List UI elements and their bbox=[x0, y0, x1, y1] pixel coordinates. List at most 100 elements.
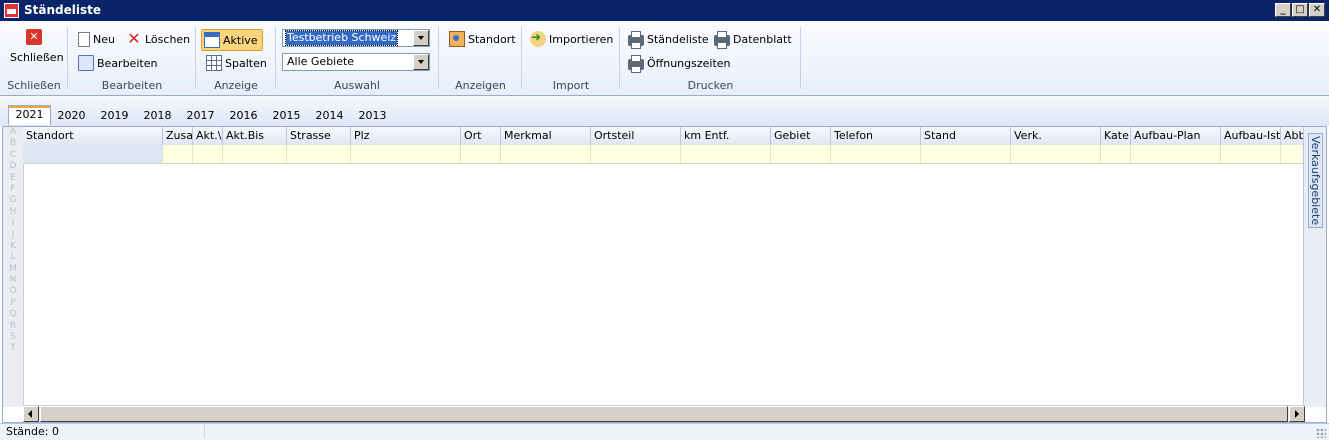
column-header[interactable]: Aufbau-Ist bbox=[1221, 127, 1281, 145]
chevron-down-icon[interactable] bbox=[413, 54, 429, 70]
scroll-right-icon[interactable] bbox=[1289, 406, 1305, 422]
column-header[interactable]: Stand bbox=[921, 127, 1011, 145]
alpha-index-letter[interactable]: B bbox=[3, 138, 23, 149]
importieren-button[interactable]: Importieren bbox=[530, 29, 613, 49]
neu-button[interactable]: Neu bbox=[78, 29, 115, 49]
column-header[interactable]: Standort bbox=[23, 127, 163, 145]
alpha-index-letter[interactable]: C bbox=[3, 150, 23, 161]
calendar-icon bbox=[204, 32, 220, 48]
column-header[interactable]: Strasse bbox=[287, 127, 351, 145]
group-schliessen: ✕ Schließen Schließen bbox=[4, 23, 64, 95]
printer-icon bbox=[714, 31, 730, 49]
status-count: Stände: 0 bbox=[6, 425, 59, 438]
tab-2013[interactable]: 2013 bbox=[351, 106, 394, 125]
group-divider bbox=[438, 27, 439, 89]
tab-2014[interactable]: 2014 bbox=[308, 106, 351, 125]
betrieb-select[interactable]: Testbetrieb Schweiz bbox=[282, 29, 430, 47]
column-header[interactable]: Zusa bbox=[163, 127, 193, 145]
staendeliste-print-button[interactable]: Ständeliste bbox=[628, 29, 709, 49]
column-header[interactable]: Aufbau-Plan bbox=[1131, 127, 1221, 145]
tab-2018[interactable]: 2018 bbox=[136, 106, 179, 125]
alpha-index-letter[interactable]: M bbox=[3, 264, 23, 275]
alpha-index-letter[interactable]: L bbox=[3, 252, 23, 263]
tab-2015[interactable]: 2015 bbox=[265, 106, 308, 125]
filter-cell[interactable] bbox=[461, 145, 501, 163]
alpha-index-letter[interactable]: I bbox=[3, 218, 23, 229]
alpha-index-letter[interactable]: A bbox=[3, 127, 23, 138]
filter-cell[interactable] bbox=[163, 145, 193, 163]
close-window-button[interactable]: ✕ bbox=[1309, 3, 1325, 17]
filter-cell[interactable] bbox=[501, 145, 591, 163]
printer-icon bbox=[628, 31, 644, 49]
datenblatt-print-button[interactable]: Datenblatt bbox=[714, 29, 792, 49]
filter-cell[interactable] bbox=[921, 145, 1011, 163]
maximize-button[interactable]: □ bbox=[1292, 3, 1308, 17]
column-header[interactable]: km Entf. bbox=[681, 127, 771, 145]
tab-2016[interactable]: 2016 bbox=[222, 106, 265, 125]
column-header[interactable]: Ortsteil bbox=[591, 127, 681, 145]
alpha-index-letter[interactable]: D bbox=[3, 161, 23, 172]
spalten-button[interactable]: Spalten bbox=[206, 53, 267, 73]
alpha-index-letter[interactable]: H bbox=[3, 207, 23, 218]
filter-cell[interactable] bbox=[591, 145, 681, 163]
aktive-label: Aktive bbox=[223, 33, 258, 47]
filter-cell[interactable] bbox=[351, 145, 461, 163]
edit-icon bbox=[78, 55, 94, 71]
filter-cell[interactable] bbox=[1131, 145, 1221, 163]
bearbeiten-button[interactable]: Bearbeiten bbox=[78, 53, 157, 73]
filter-cell[interactable] bbox=[287, 145, 351, 163]
tab-2020[interactable]: 2020 bbox=[50, 106, 93, 125]
scroll-thumb[interactable] bbox=[40, 406, 1288, 422]
filter-cell[interactable] bbox=[23, 145, 163, 163]
tab-2019[interactable]: 2019 bbox=[93, 106, 136, 125]
gebiet-select[interactable]: Alle Gebiete bbox=[282, 53, 430, 71]
column-header[interactable]: Telefon bbox=[831, 127, 921, 145]
alpha-index-letter[interactable]: G bbox=[3, 195, 23, 206]
column-header[interactable]: Gebiet bbox=[771, 127, 831, 145]
alpha-index-letter[interactable]: N bbox=[3, 275, 23, 286]
alpha-index-letter[interactable]: R bbox=[3, 321, 23, 332]
filter-cell[interactable] bbox=[1101, 145, 1131, 163]
verkaufsgebiete-tab[interactable]: Verkaufsgebiete bbox=[1308, 133, 1323, 229]
column-header[interactable]: Akt.\ bbox=[193, 127, 223, 145]
alpha-index-letter[interactable]: P bbox=[3, 298, 23, 309]
column-header[interactable]: Verk. bbox=[1011, 127, 1101, 145]
alpha-index-letter[interactable]: F bbox=[3, 184, 23, 195]
alpha-index-letter[interactable]: Q bbox=[3, 309, 23, 320]
filter-cell[interactable] bbox=[831, 145, 921, 163]
column-header[interactable]: Akt.Bis bbox=[223, 127, 287, 145]
alpha-index-letter[interactable]: S bbox=[3, 332, 23, 343]
filter-cell[interactable] bbox=[681, 145, 771, 163]
alpha-index-letter[interactable]: O bbox=[3, 286, 23, 297]
column-header[interactable]: Plz bbox=[351, 127, 461, 145]
filter-cell[interactable] bbox=[771, 145, 831, 163]
resize-grip-icon[interactable] bbox=[1316, 428, 1326, 438]
column-header[interactable]: Ort bbox=[461, 127, 501, 145]
schliessen-button[interactable]: Schließen bbox=[10, 47, 64, 67]
tab-2021[interactable]: 2021 bbox=[8, 105, 51, 125]
scroll-left-icon[interactable] bbox=[23, 406, 39, 422]
aktive-button[interactable]: Aktive bbox=[201, 29, 263, 51]
column-header[interactable]: Abb bbox=[1281, 127, 1305, 145]
filter-cell[interactable] bbox=[223, 145, 287, 163]
horizontal-scrollbar[interactable] bbox=[23, 405, 1305, 422]
chevron-down-icon[interactable] bbox=[413, 30, 429, 46]
alpha-index-letter[interactable]: T bbox=[3, 343, 23, 354]
alpha-index-letter[interactable]: K bbox=[3, 241, 23, 252]
column-header[interactable]: Merkmal bbox=[501, 127, 591, 145]
filter-cell[interactable] bbox=[1011, 145, 1101, 163]
filter-cell[interactable] bbox=[1281, 145, 1305, 163]
group-import: Importieren Import bbox=[524, 23, 618, 95]
delete-icon: ✕ bbox=[127, 29, 141, 48]
loeschen-button[interactable]: ✕ Löschen bbox=[126, 29, 190, 49]
filter-cell[interactable] bbox=[1221, 145, 1281, 163]
column-header[interactable]: Kate bbox=[1101, 127, 1131, 145]
window-title: Ständeliste bbox=[24, 3, 101, 17]
alpha-index-letter[interactable]: E bbox=[3, 173, 23, 184]
alpha-index-letter[interactable]: J bbox=[3, 230, 23, 241]
tab-2017[interactable]: 2017 bbox=[179, 106, 222, 125]
oeffnungszeiten-print-button[interactable]: Öffnungszeiten bbox=[628, 53, 731, 73]
filter-cell[interactable] bbox=[193, 145, 223, 163]
standort-button[interactable]: Standort bbox=[449, 29, 516, 49]
minimize-button[interactable]: _ bbox=[1275, 3, 1291, 17]
